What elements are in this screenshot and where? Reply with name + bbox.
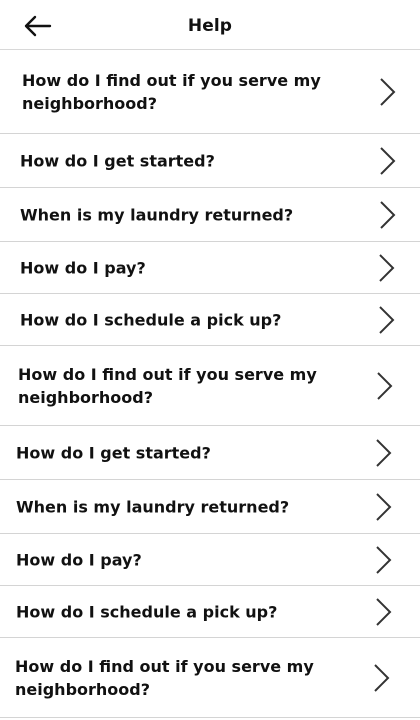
faq-question: How do I schedule a pick up? (16, 602, 278, 621)
chevron-right-icon (379, 253, 395, 282)
faq-item[interactable]: How do I find out if you serve my neighb… (0, 346, 420, 426)
faq-item[interactable]: How do I schedule a pick up? (0, 586, 420, 638)
faq-question: How do I get started? (16, 443, 211, 462)
faq-question: When is my laundry returned? (16, 497, 290, 516)
chevron-right-icon (376, 492, 392, 521)
chevron-right-icon (380, 77, 396, 106)
chevron-right-icon (376, 545, 392, 574)
faq-question: When is my laundry returned? (20, 205, 294, 224)
chevron-right-icon (380, 200, 396, 229)
faq-question: How do I find out if you serve my neighb… (22, 70, 321, 113)
faq-item[interactable]: When is my laundry returned? (0, 480, 420, 534)
page-title: Help (187, 16, 233, 36)
chevron-right-icon (380, 146, 396, 175)
faq-item[interactable]: When is my laundry returned? (0, 188, 420, 242)
faq-item[interactable]: How do I pay? (0, 534, 420, 586)
faq-question: How do I schedule a pick up? (20, 310, 282, 329)
chevron-right-icon (376, 438, 392, 467)
faq-item[interactable]: How do I get started? (0, 134, 420, 188)
chevron-right-icon (376, 597, 392, 626)
faq-question: How do I find out if you serve my neighb… (15, 656, 314, 699)
faq-item[interactable]: How do I find out if you serve my neighb… (0, 50, 420, 134)
app-header: Help (0, 0, 420, 50)
faq-question: How do I find out if you serve my neighb… (18, 364, 317, 407)
faq-question: How do I pay? (20, 258, 146, 277)
chevron-right-icon (379, 305, 395, 334)
chevron-right-icon (377, 371, 393, 400)
faq-question: How do I pay? (16, 550, 142, 569)
faq-question: How do I get started? (20, 151, 215, 170)
faq-item[interactable]: How do I get started? (0, 426, 420, 480)
faq-item[interactable]: How do I schedule a pick up? (0, 294, 420, 346)
faq-item[interactable]: How do I find out if you serve my neighb… (0, 638, 420, 718)
faq-item[interactable]: How do I pay? (0, 242, 420, 294)
chevron-right-icon (374, 663, 390, 692)
